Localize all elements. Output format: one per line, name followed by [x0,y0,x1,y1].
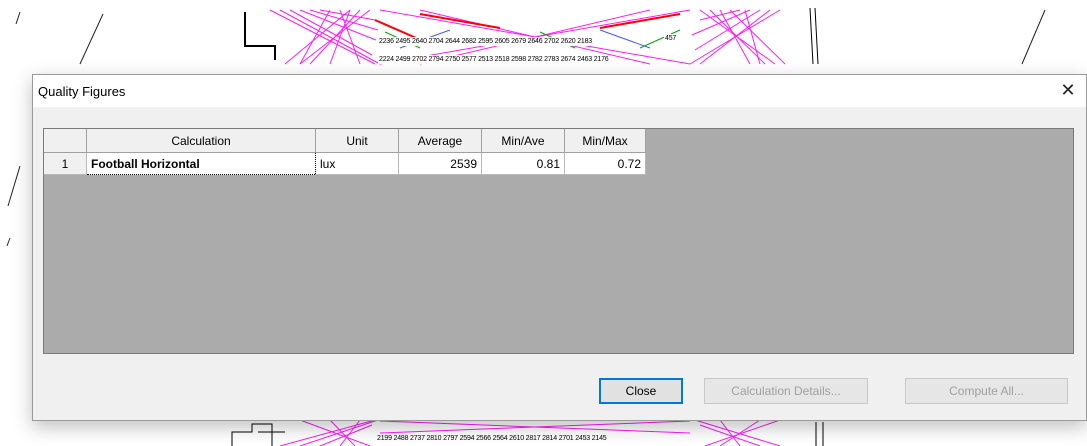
compute-all-button[interactable]: Compute All... [905,378,1068,404]
table-row[interactable]: 1 Football Horizontal lux 2539 0.81 0.72 [44,152,646,175]
row-number-header [44,129,87,153]
grid-values-row-bottom: 2199 2488 2737 2810 2797 2594 2566 2564 … [376,434,608,443]
table-header-row: Calculation Unit Average Min/Ave Min/Max [44,129,646,153]
column-header-average[interactable]: Average [398,129,482,153]
grid-values-row-1: 2236 2495 2640 2704 2644 2682 2595 2605 … [378,37,593,46]
close-button[interactable]: Close [599,378,683,404]
cell-min-ave[interactable]: 0.81 [481,152,565,175]
calculation-details-button[interactable]: Calculation Details... [704,378,868,404]
column-header-min-ave[interactable]: Min/Ave [481,129,565,153]
dialog-title: Quality Figures [38,84,126,99]
cell-min-max[interactable]: 0.72 [564,152,646,175]
row-number[interactable]: 1 [44,152,87,175]
close-icon[interactable]: ✕ [1058,80,1078,100]
column-header-unit[interactable]: Unit [315,129,399,153]
column-header-min-max[interactable]: Min/Max [564,129,646,153]
grid-values-row-2: 2224 2499 2702 2794 2750 2577 2513 2518 … [378,55,610,64]
cell-calculation[interactable]: Football Horizontal [86,152,316,175]
cell-average[interactable]: 2539 [398,152,482,175]
cell-unit[interactable]: lux [315,152,399,175]
dialog-titlebar[interactable]: Quality Figures ✕ [33,75,1086,107]
column-header-calculation[interactable]: Calculation [86,129,316,153]
results-grid[interactable]: Calculation Unit Average Min/Ave Min/Max… [43,128,1074,354]
results-table: Calculation Unit Average Min/Ave Min/Max… [44,129,646,175]
grid-value-side: 457 [664,34,678,43]
quality-figures-dialog: Quality Figures ✕ Calculation Unit Avera… [32,74,1087,421]
